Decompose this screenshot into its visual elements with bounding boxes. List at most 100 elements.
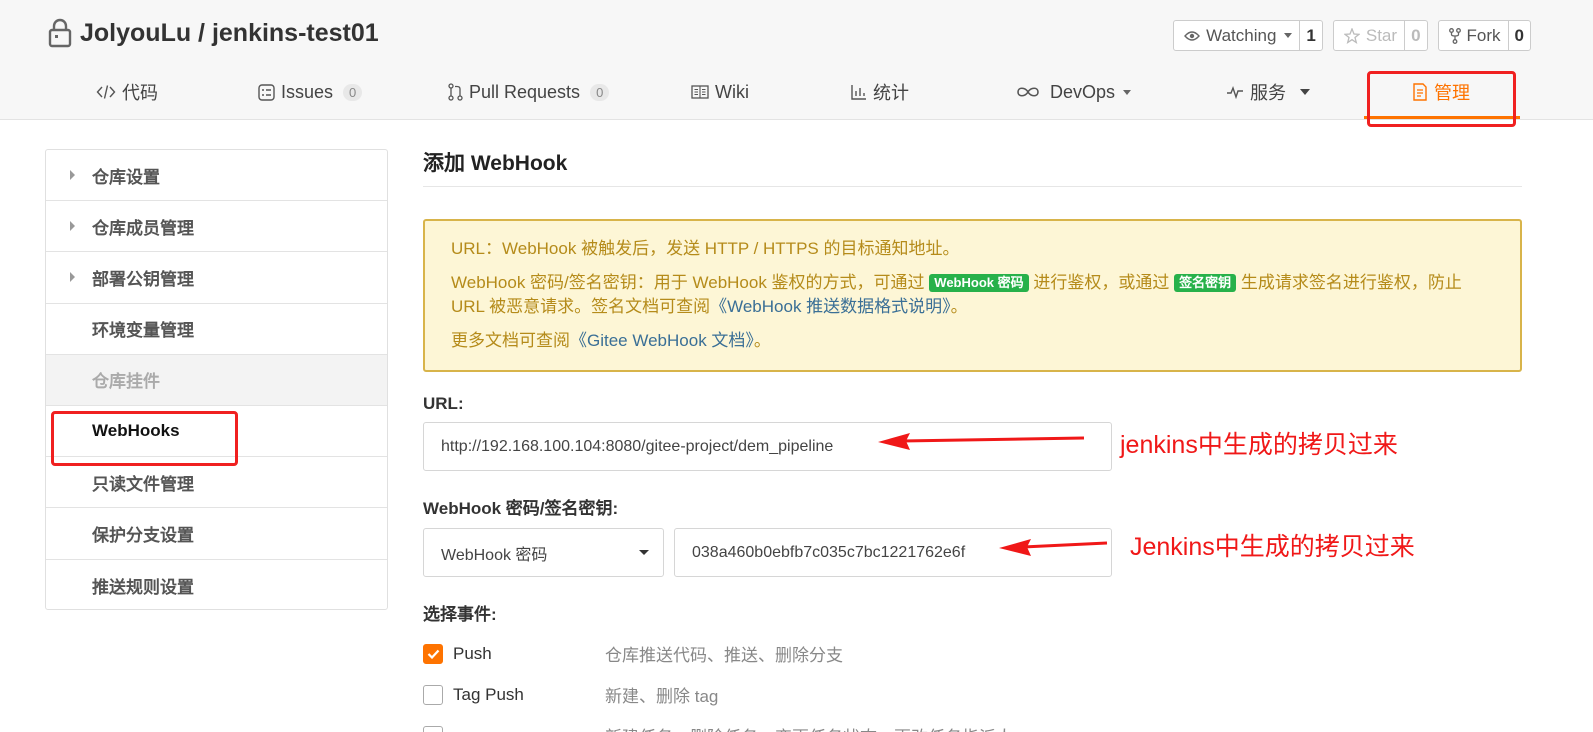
sidebar-item-env-vars[interactable]: 环境变量管理 — [46, 304, 387, 355]
notice-docs-text: 更多文档可查阅《Gitee WebHook 文档》。 — [451, 329, 1494, 353]
sidebar-item-members[interactable]: 仓库成员管理 — [46, 201, 387, 253]
star-label: Star — [1365, 25, 1398, 45]
sidebar-item-repo-settings[interactable]: 仓库设置 — [46, 150, 387, 202]
repo-header: JolyouLu / jenkins-test01 Watching 1 Sta… — [0, 0, 1593, 120]
sidebar-item-readonly-files[interactable]: 只读文件管理 — [46, 457, 387, 509]
notice-text: 更多文档可查阅 — [451, 331, 570, 350]
annotation-arrow-secret — [999, 539, 1108, 556]
chevron-down-icon — [1284, 33, 1293, 38]
info-notice: URL：WebHook 被触发后，发送 HTTP / HTTPS 的目标通知地址… — [423, 219, 1522, 372]
tab-label: Issues — [281, 81, 334, 102]
secret-label: WebHook 密码/签名密钥: — [423, 499, 619, 518]
repo-path-link[interactable]: JolyouLu / jenkins-test01 — [80, 19, 379, 48]
notice-secret-text: WebHook 密码/签名密钥：用于 WebHook 鉴权的方式，可通过 Web… — [451, 271, 1494, 319]
watch-button[interactable]: Watching 1 — [1173, 20, 1323, 51]
notice-text: 进行鉴权，或通过 — [1033, 273, 1170, 292]
events-label: 选择事件: — [423, 605, 497, 624]
tab-services[interactable]: 服务 — [1226, 72, 1310, 112]
annotation-arrow-url — [878, 433, 1085, 450]
sidebar-item-label: 推送规则设置 — [92, 577, 194, 597]
watch-label: Watching — [1206, 25, 1277, 45]
wiki-icon — [691, 85, 709, 99]
push-data-format-link[interactable]: 《WebHook 推送数据格式说明》 — [710, 297, 951, 316]
event-tag-push[interactable]: Tag Push 新建、删除 tag — [423, 674, 1522, 715]
sidebar-item-protected-branches[interactable]: 保护分支设置 — [46, 508, 387, 560]
secret-type-select[interactable]: WebHook 密码 — [423, 528, 664, 577]
sidebar-item-label: 环境变量管理 — [92, 321, 194, 341]
code-icon — [96, 85, 116, 99]
chevron-down-icon — [1300, 89, 1310, 95]
eye-icon — [1184, 30, 1201, 41]
issues-count-badge: 0 — [343, 83, 363, 101]
caret-right-icon — [70, 221, 75, 232]
pull-request-icon — [448, 83, 463, 101]
watch-count[interactable]: 1 — [1299, 21, 1321, 50]
tab-wiki[interactable]: Wiki — [691, 72, 749, 112]
url-value: http://192.168.100.104:8080/gitee-projec… — [441, 437, 834, 455]
active-tab-underline — [1364, 116, 1520, 119]
annotation-secret-note: Jenkins中生成的拷贝过来 — [1130, 533, 1415, 561]
event-name: Tag Push — [453, 684, 524, 704]
annotation-url-note: jenkins中生成的拷贝过来 — [1120, 431, 1398, 459]
url-label: URL: — [423, 394, 464, 413]
sidebar-item-push-rules[interactable]: 推送规则设置 — [46, 560, 387, 611]
secret-type-value: WebHook 密码 — [441, 546, 548, 564]
tab-stats[interactable]: 统计 — [851, 72, 909, 112]
fork-button[interactable]: Fork 0 — [1437, 20, 1531, 51]
manage-icon — [1413, 83, 1427, 101]
events-list: Push 仓库推送代码、推送、删除分支 Tag Push 新建、删除 tag 新… — [423, 633, 1522, 732]
sidebar-item-widgets[interactable]: 仓库挂件 — [46, 354, 387, 406]
tab-devops[interactable]: DevOps — [1016, 72, 1132, 112]
event-desc: 仓库推送代码、推送、删除分支 — [605, 646, 843, 665]
notice-text: 。 — [950, 297, 968, 316]
tab-manage[interactable]: 管理 — [1412, 72, 1470, 112]
fork-icon — [1448, 27, 1461, 44]
notice-text: WebHook 密码/签名密钥：用于 WebHook 鉴权的方式，可通过 — [451, 273, 925, 292]
sidebar-item-label: 保护分支设置 — [92, 525, 194, 545]
sidebar-item-label: 部署公钥管理 — [92, 269, 194, 289]
star-icon — [1343, 27, 1360, 44]
tab-label: 统计 — [873, 83, 909, 103]
fork-label: Fork — [1466, 25, 1501, 45]
repo-title: JolyouLu / jenkins-test01 — [48, 18, 379, 48]
tab-label: DevOps — [1050, 81, 1116, 102]
tab-label: Wiki — [715, 81, 749, 102]
event-desc: 新建任务、删除任务、变更任务状态、更改任务指派人 — [605, 723, 1013, 732]
secret-value: 038a460b0ebfb7c035c7bc1221762e6f — [692, 543, 966, 561]
gitee-webhook-docs-link[interactable]: 《Gitee WebHook 文档》 — [570, 331, 754, 350]
sidebar-item-deploy-keys[interactable]: 部署公钥管理 — [46, 252, 387, 304]
sidebar-item-label: 仓库设置 — [92, 167, 160, 187]
event-push[interactable]: Push 仓库推送代码、推送、删除分支 — [423, 633, 1522, 674]
tab-label: 代码 — [122, 83, 158, 103]
tab-label: Pull Requests — [469, 81, 581, 102]
star-count[interactable]: 0 — [1404, 21, 1426, 50]
event-desc: 新建、删除 tag — [605, 687, 719, 706]
caret-right-icon — [70, 272, 75, 283]
event-issue[interactable]: 新建任务、删除任务、变更任务状态、更改任务指派人 — [423, 715, 1522, 732]
sidebar-item-webhooks[interactable]: WebHooks — [46, 406, 387, 458]
notice-url-text: URL：WebHook 被触发后，发送 HTTP / HTTPS 的目标通知地址… — [451, 239, 960, 258]
infinity-icon — [1017, 87, 1039, 97]
issues-icon — [258, 83, 275, 101]
sidebar-item-label: WebHooks — [92, 421, 180, 441]
tab-code[interactable]: 代码 — [96, 72, 158, 112]
sidebar-item-label: 仓库成员管理 — [92, 218, 194, 238]
settings-sidebar: 仓库设置 仓库成员管理 部署公钥管理 环境变量管理 仓库挂件 WebHooks … — [45, 149, 388, 610]
stats-icon — [851, 85, 866, 100]
chevron-down-icon — [639, 550, 649, 555]
repo-tabs: 代码 Issues 0 Pull Requests 0 Wiki 统计 DevO… — [0, 72, 1593, 112]
fork-count[interactable]: 0 — [1507, 21, 1530, 50]
tab-label: 服务 — [1250, 83, 1286, 103]
webhook-password-tag: WebHook 密码 — [929, 274, 1029, 292]
caret-right-icon — [70, 170, 75, 181]
issue-checkbox[interactable] — [423, 725, 443, 732]
tab-pull-requests[interactable]: Pull Requests 0 — [448, 72, 610, 112]
lock-icon — [48, 18, 72, 48]
push-checkbox[interactable] — [423, 643, 443, 664]
tag-push-checkbox[interactable] — [423, 684, 443, 705]
pr-count-badge: 0 — [590, 83, 610, 101]
star-button[interactable]: Star 0 — [1332, 20, 1428, 51]
tab-issues[interactable]: Issues 0 — [258, 72, 363, 112]
repo-actions: Watching 1 Star 0 Fork 0 — [1173, 20, 1531, 51]
tab-label: 管理 — [1434, 83, 1470, 103]
